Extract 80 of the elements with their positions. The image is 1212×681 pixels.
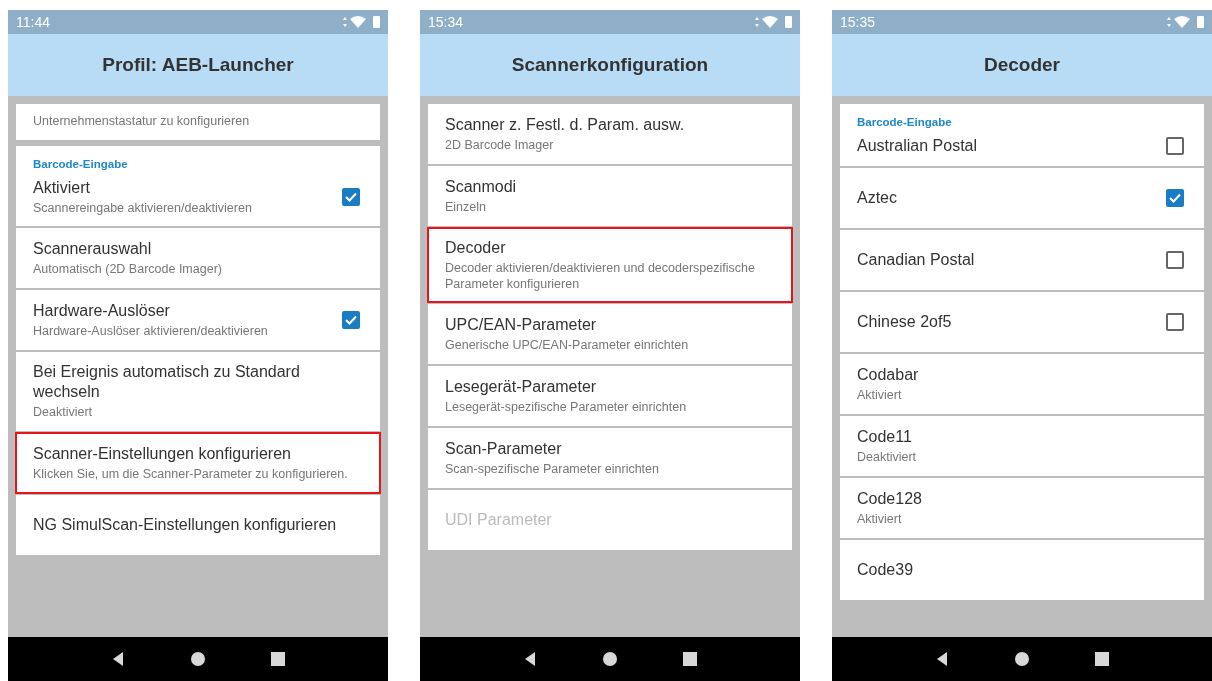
settings-item[interactable]: Aztec bbox=[840, 168, 1204, 228]
item-title: Chinese 2of5 bbox=[857, 312, 953, 332]
item-title: Aztec bbox=[857, 188, 898, 208]
checkbox[interactable] bbox=[1166, 189, 1184, 207]
settings-item[interactable]: Code11 Deaktiviert bbox=[840, 416, 1204, 476]
item-title: Scannerauswahl bbox=[33, 238, 153, 259]
item-subtitle: Hardware-Auslöser aktivieren/deaktivieren bbox=[33, 323, 269, 340]
settings-item[interactable]: Code39 bbox=[840, 540, 1204, 600]
checkbox[interactable] bbox=[1166, 251, 1184, 269]
settings-item[interactable]: NG SimulScan-Einstellungen konfigurieren bbox=[16, 494, 380, 555]
item-title: Codabar bbox=[857, 364, 920, 385]
status-icons bbox=[754, 15, 794, 29]
checkbox[interactable] bbox=[342, 187, 360, 206]
item-title: Scan-Parameter bbox=[445, 438, 563, 459]
item-title: NG SimulScan-Einstellungen konfigurieren bbox=[33, 514, 338, 535]
recents-icon[interactable] bbox=[270, 651, 286, 667]
item-subtitle: Deaktiviert bbox=[857, 449, 918, 466]
item-title: Aktiviert bbox=[33, 177, 91, 198]
item-subtitle: Klicken Sie, um die Scanner-Parameter zu konfigurieren. bbox=[33, 466, 349, 483]
settings-item[interactable]: Hardware-Auslöser Hardware-Auslöser aktivieren/deaktivieren bbox=[16, 290, 380, 351]
item-title: Hardware-Auslöser bbox=[33, 300, 171, 321]
settings-item[interactable]: Scanner z. Festl. d. Param. ausw. 2D Barcode Imager bbox=[428, 104, 792, 164]
settings-item[interactable]: Bei Ereignis automatisch zu Standard wechseln Deaktiviert bbox=[16, 352, 380, 431]
checkbox[interactable] bbox=[1166, 137, 1184, 155]
item-subtitle: Scannereingabe aktivieren/deaktivieren bbox=[33, 200, 253, 217]
status-icons bbox=[342, 15, 382, 29]
settings-item[interactable]: Chinese 2of5 bbox=[840, 292, 1204, 352]
checkbox[interactable] bbox=[342, 311, 360, 330]
settings-item[interactable]: Scanmodi Einzeln bbox=[428, 166, 792, 226]
screen-title: Decoder bbox=[984, 54, 1060, 76]
item-title: Scanner-Einstellungen konfigurieren bbox=[33, 443, 292, 464]
settings-item[interactable]: Barcode-Eingabe Aktiviert Scannereingabe aktivieren/deaktivieren bbox=[16, 145, 380, 227]
settings-item[interactable]: Code128 Aktiviert bbox=[840, 478, 1204, 538]
item-subtitle: Generische UPC/EAN-Parameter einrichten bbox=[445, 337, 690, 354]
recents-icon[interactable] bbox=[1094, 651, 1110, 667]
settings-item[interactable]: Scannerauswahl Automatisch (2D Barcode Imager) bbox=[16, 228, 380, 289]
status-time: 15:35 bbox=[840, 14, 876, 30]
group-header: Barcode-Eingabe bbox=[857, 116, 953, 128]
item-subtitle: Aktiviert bbox=[857, 387, 903, 404]
checkbox[interactable] bbox=[1166, 313, 1184, 331]
item-title: UDI Parameter bbox=[445, 510, 553, 531]
item-title: Scanmodi bbox=[445, 176, 518, 197]
item-subtitle: Einzeln bbox=[445, 199, 487, 216]
item-title: Decoder bbox=[445, 238, 507, 258]
item-subtitle: Decoder aktivieren/deaktivieren und decoderspezifische Parameter konfigurieren bbox=[445, 261, 756, 293]
item-title: Code39 bbox=[857, 560, 915, 580]
item-title: UPC/EAN-Parameter bbox=[445, 314, 598, 335]
settings-item[interactable]: Unternehmenstastatur zu konfigurieren bbox=[16, 104, 380, 140]
settings-item[interactable]: Scan-Parameter Scan-spezifische Parameter einrichten bbox=[428, 428, 792, 489]
screen-title: Profil: AEB-Launcher bbox=[102, 54, 294, 76]
item-subtitle: Lesegerät-spezifische Parameter einrichten bbox=[445, 399, 688, 416]
item-title: Canadian Postal bbox=[857, 250, 976, 270]
home-icon[interactable] bbox=[190, 651, 206, 667]
item-subtitle: Deaktiviert bbox=[33, 405, 94, 421]
home-icon[interactable] bbox=[602, 651, 618, 667]
item-title: Code128 bbox=[857, 488, 923, 509]
status-time: 11:44 bbox=[16, 14, 50, 30]
settings-item[interactable]: Decoder Decoder aktivieren/deaktivieren und decoderspezifische Parameter konfigurieren bbox=[428, 228, 792, 303]
group-header: Barcode-Eingabe bbox=[33, 157, 129, 170]
item-subtitle: Aktiviert bbox=[857, 511, 903, 528]
recents-icon[interactable] bbox=[682, 651, 698, 667]
item-title: Bei Ereignis automatisch zu Standard wechseln bbox=[33, 362, 301, 403]
settings-item[interactable]: Codabar Aktiviert bbox=[840, 354, 1204, 414]
item-title: Australian Postal bbox=[857, 136, 979, 156]
item-subtitle: Automatisch (2D Barcode Imager) bbox=[33, 261, 223, 278]
status-time: 15:34 bbox=[428, 14, 464, 30]
item-title: Code11 bbox=[857, 426, 913, 447]
item-title: Scanner z. Festl. d. Param. ausw. bbox=[445, 114, 686, 135]
settings-item[interactable]: Barcode-Eingabe Australian Postal bbox=[840, 104, 1204, 166]
item-subtitle: Unternehmenstastatur zu konfigurieren bbox=[33, 114, 251, 130]
status-icons bbox=[1166, 15, 1206, 29]
item-subtitle: Scan-spezifische Parameter einrichten bbox=[445, 461, 660, 478]
item-title: Lesegerät-Parameter bbox=[445, 376, 598, 397]
settings-item[interactable]: UPC/EAN-Parameter Generische UPC/EAN-Parameter einrichten bbox=[428, 304, 792, 365]
settings-item[interactable]: Scanner-Einstellungen konfigurieren Klicken Sie, um die Scanner-Parameter zu konfigurieren. bbox=[16, 432, 380, 493]
settings-item[interactable]: Lesegerät-Parameter Lesegerät-spezifische Parameter einrichten bbox=[428, 366, 792, 427]
screen-title: Scannerkonfiguration bbox=[511, 54, 709, 76]
settings-item[interactable]: Canadian Postal bbox=[840, 230, 1204, 290]
home-icon[interactable] bbox=[1014, 651, 1030, 667]
item-subtitle: 2D Barcode Imager bbox=[445, 137, 555, 154]
